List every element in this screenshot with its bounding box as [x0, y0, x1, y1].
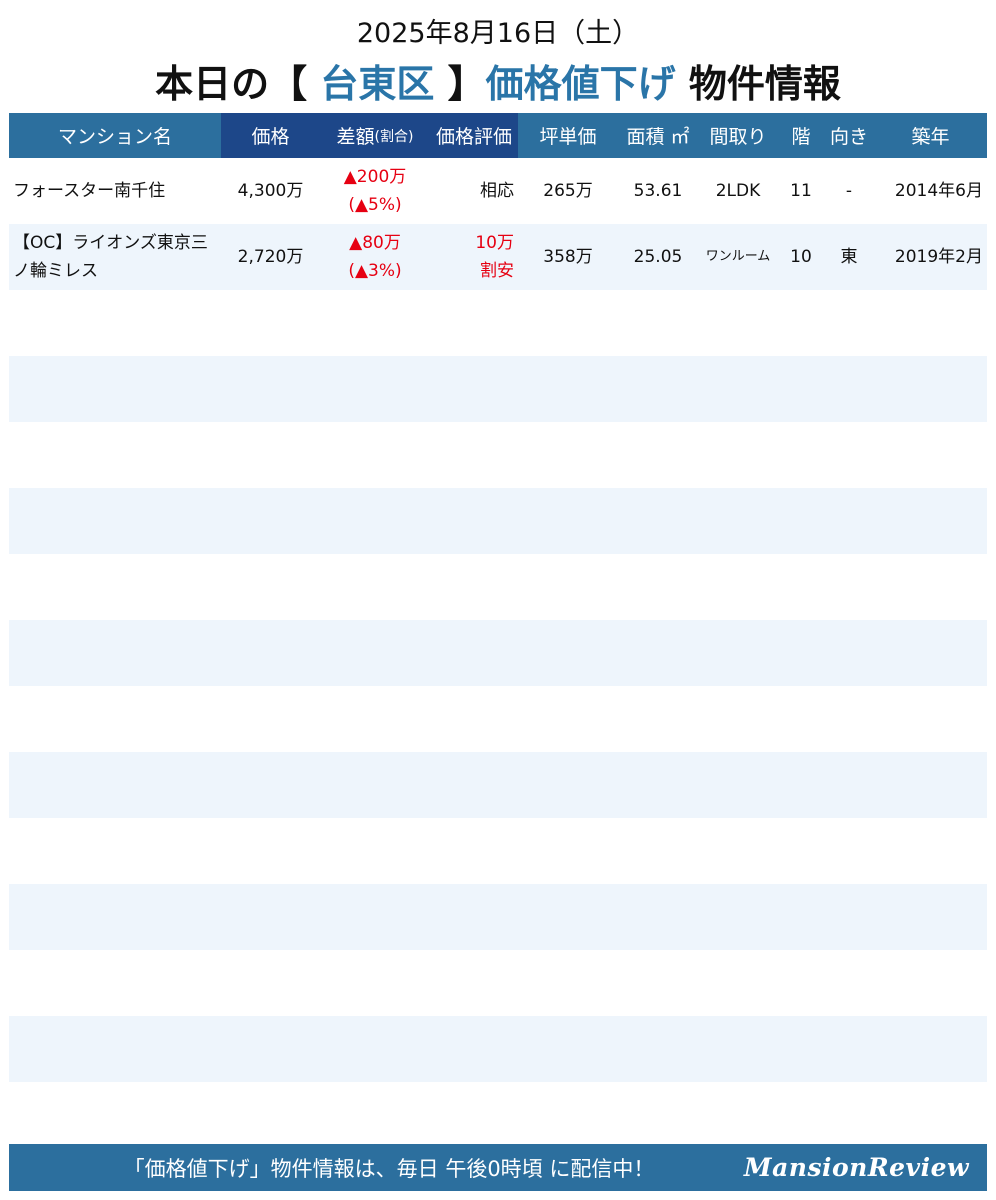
title-highlight: 価格値下げ: [485, 62, 676, 106]
empty-row: [9, 752, 987, 818]
row-layout: 2LDK: [715, 181, 761, 201]
row-direction: 東: [840, 247, 858, 267]
col-header-diff: 差額 (割合): [320, 113, 430, 158]
row-price: 4,300万: [237, 181, 304, 201]
col-header-floor: 階: [791, 126, 811, 148]
empty-row: [9, 884, 987, 950]
area-name: 台東区: [320, 62, 435, 106]
empty-row: [9, 290, 987, 356]
row-evaluation: 相応: [480, 181, 514, 201]
title-suffix: 物件情報: [675, 62, 841, 106]
empty-row: [9, 554, 987, 620]
col-header-area: 面積 ㎡: [626, 126, 690, 148]
empty-row: [9, 422, 987, 488]
row-evaluation-amount: 10万: [475, 233, 514, 253]
empty-row: [9, 356, 987, 422]
row-evaluation: 10万 割安: [430, 229, 518, 285]
footer-banner: 「価格値下げ」物件情報は、毎日 午後0時頃 に配信中！ MansionRevie…: [9, 1144, 987, 1191]
date-heading: 2025年8月16日（土）: [356, 18, 640, 49]
row-diff-amount: ▲200万: [343, 167, 407, 187]
row-price: 2,720万: [237, 247, 304, 267]
row-diff-ratio: (▲5%): [348, 195, 402, 215]
empty-row: [9, 1016, 987, 1082]
title-prefix: 本日の【: [155, 62, 308, 106]
col-header-evaluation: 価格評価: [430, 113, 518, 158]
row-diff-ratio: (▲3%): [348, 261, 402, 281]
col-header-price: 価格: [221, 113, 320, 158]
empty-row: [9, 488, 987, 554]
empty-row: [9, 818, 987, 884]
col-header-tsubo-price: 坪単価: [539, 126, 597, 148]
col-header-direction: 向き: [829, 126, 868, 148]
col-header-layout: 間取り: [709, 126, 767, 148]
page-title: 本日の【 台東区 】価格値下げ 物件情報: [0, 56, 996, 112]
mansionreview-logo: MansionReview: [743, 1153, 969, 1182]
row-evaluation-label: 割安: [480, 261, 514, 281]
row-tsubo-price: 265万: [543, 181, 593, 201]
property-table: マンション名 価格 差額 (割合) 価格評価 坪単価 面積 ㎡ 間取り 階 向き …: [9, 113, 987, 1148]
row-built: 2014年6月: [894, 181, 983, 201]
footer-message: 「価格値下げ」物件情報は、毎日 午後0時頃 に配信中！: [123, 1156, 655, 1181]
row-built: 2019年2月: [894, 247, 983, 267]
row-direction: -: [845, 181, 853, 201]
row-floor: 11: [790, 181, 812, 201]
title-mid: 】: [447, 62, 486, 106]
row-diff: ▲200万 (▲5%): [320, 163, 430, 219]
row-tsubo-price: 358万: [543, 247, 593, 267]
row-diff: ▲80万 (▲3%): [320, 229, 430, 285]
table-header: マンション名 価格 差額 (割合) 価格評価 坪単価 面積 ㎡ 間取り 階 向き …: [9, 113, 987, 158]
empty-row: [9, 620, 987, 686]
row-area: 53.61: [633, 181, 683, 201]
row-diff-amount: ▲80万: [349, 233, 401, 253]
table-row: フォースター南千住 4,300万 ▲200万 (▲5%) 相応 265万 53.…: [9, 158, 987, 224]
row-area: 25.05: [633, 247, 683, 267]
table-row: 【OC】ライオンズ東京三ノ輪ミレス 2,720万 ▲80万 (▲3%) 10万 …: [9, 224, 987, 290]
col-header-diff-sub: (割合): [374, 128, 414, 145]
col-header-diff-main: 差額: [336, 126, 375, 148]
row-name: 【OC】ライオンズ東京三ノ輪ミレス: [13, 233, 208, 281]
row-floor: 10: [790, 247, 812, 267]
row-layout: ワンルーム: [705, 249, 771, 264]
empty-row: [9, 950, 987, 1016]
empty-row: [9, 686, 987, 752]
empty-row: [9, 1082, 987, 1148]
col-header-built: 築年: [911, 126, 950, 148]
row-name: フォースター南千住: [13, 181, 166, 201]
col-header-name: マンション名: [57, 126, 172, 148]
